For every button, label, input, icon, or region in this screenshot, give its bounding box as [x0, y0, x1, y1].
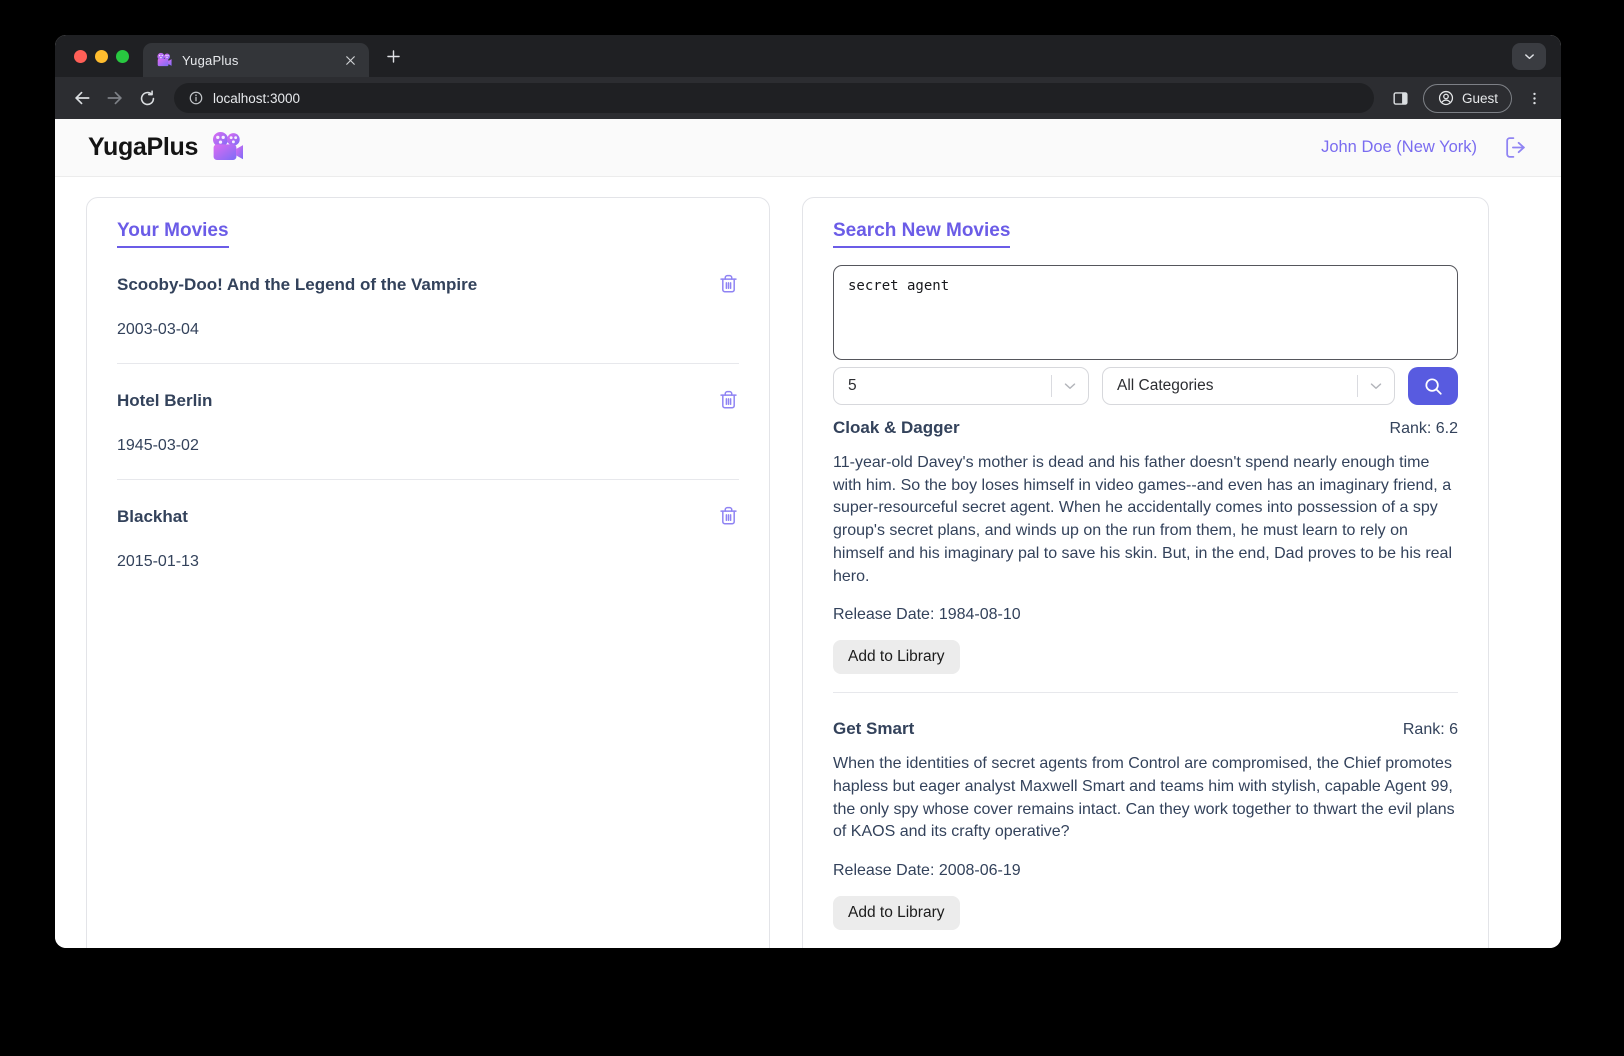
- person-circle-icon: [1438, 90, 1454, 106]
- site-info-icon[interactable]: [188, 90, 204, 106]
- results-limit-value: 5: [848, 377, 857, 394]
- reload-button[interactable]: [131, 82, 164, 115]
- tab-close-icon[interactable]: [342, 52, 359, 69]
- library-movie-row: Blackhat 2015-01-13: [117, 505, 739, 571]
- logout-icon: [1506, 137, 1525, 158]
- result-release-date: Release Date: 1984-08-10: [833, 606, 1021, 624]
- library-movie-row: Scooby-Doo! And the Legend of the Vampir…: [117, 273, 739, 364]
- guest-label: Guest: [1461, 90, 1498, 106]
- search-movies-heading: Search New Movies: [833, 220, 1011, 248]
- new-tab-button[interactable]: [379, 42, 407, 70]
- tab-search-chevron-button[interactable]: [1512, 42, 1546, 70]
- url-text: localhost:3000: [213, 90, 301, 106]
- browser-window: YugaPlus localhost:3000 Guest YugaPlus J…: [55, 35, 1561, 948]
- divider: [833, 692, 1458, 694]
- result-title: Get Smart: [833, 719, 915, 739]
- divider: [117, 479, 739, 480]
- browser-tab-strip: YugaPlus: [55, 35, 1561, 77]
- movie-title: Scooby-Doo! And the Legend of the Vampir…: [117, 275, 478, 294]
- user-name-link[interactable]: John Doe (New York): [1321, 138, 1477, 157]
- window-controls: [55, 49, 143, 63]
- search-button[interactable]: [1408, 367, 1458, 405]
- sidebar-toggle-button[interactable]: [1384, 82, 1417, 115]
- your-movies-heading: Your Movies: [117, 220, 229, 248]
- trash-icon: [720, 506, 737, 525]
- main-content: Your Movies Scooby-Doo! And the Legend o…: [55, 177, 1561, 948]
- movie-title: Blackhat: [117, 507, 188, 526]
- results-limit-select[interactable]: 5: [833, 367, 1089, 405]
- browser-toolbar: localhost:3000 Guest: [55, 77, 1561, 119]
- delete-movie-button[interactable]: [718, 273, 739, 294]
- search-result: Get Smart Rank: 6 When the identities of…: [833, 719, 1458, 948]
- browser-menu-kebab-button[interactable]: [1518, 82, 1551, 115]
- fullscreen-window-button[interactable]: [116, 49, 129, 63]
- category-value: All Categories: [1117, 377, 1214, 394]
- app-header: YugaPlus John Doe (New York): [55, 119, 1561, 177]
- result-release-date: Release Date: 2008-06-19: [833, 862, 1021, 880]
- your-movies-panel: Your Movies Scooby-Doo! And the Legend o…: [86, 197, 770, 948]
- tab-favicon-movie-camera-icon: [156, 52, 173, 69]
- back-button[interactable]: [65, 82, 98, 115]
- add-to-library-button[interactable]: Add to Library: [833, 896, 960, 931]
- delete-movie-button[interactable]: [718, 505, 739, 526]
- library-movie-row: Hotel Berlin 1945-03-02: [117, 389, 739, 480]
- result-rank: Rank: 6: [1402, 721, 1458, 739]
- movie-title: Hotel Berlin: [117, 391, 213, 410]
- user-area: John Doe (New York): [1321, 135, 1528, 160]
- chevron-down-icon: [1358, 377, 1394, 395]
- brand: YugaPlus: [88, 130, 246, 166]
- divider: [117, 363, 739, 364]
- trash-icon: [720, 274, 737, 293]
- result-title: Cloak & Dagger: [833, 418, 960, 437]
- close-window-button[interactable]: [74, 49, 87, 63]
- trash-icon: [720, 390, 737, 409]
- tab-title: YugaPlus: [182, 52, 239, 68]
- profile-guest-button[interactable]: Guest: [1422, 83, 1512, 113]
- search-icon: [1425, 378, 1442, 395]
- search-movies-panel: Search New Movies secret agent 5 All Cat…: [802, 197, 1489, 948]
- delete-movie-button[interactable]: [718, 389, 739, 410]
- result-description: When the identities of secret agents fro…: [833, 755, 1455, 841]
- result-rank: Rank: 6.2: [1389, 420, 1458, 437]
- search-query-input[interactable]: secret agent: [833, 265, 1458, 360]
- category-select[interactable]: All Categories: [1102, 367, 1395, 405]
- movie-camera-logo-icon: [210, 130, 246, 166]
- movie-date: 2003-03-04: [117, 321, 199, 338]
- chevron-down-icon: [1052, 377, 1088, 395]
- minimize-window-button[interactable]: [95, 49, 108, 63]
- browser-tab[interactable]: YugaPlus: [143, 43, 369, 77]
- movie-date: 2015-01-13: [117, 553, 199, 570]
- forward-button[interactable]: [98, 82, 131, 115]
- movie-date: 1945-03-02: [117, 437, 199, 454]
- add-to-library-button[interactable]: Add to Library: [833, 640, 960, 675]
- search-result: Cloak & Dagger Rank: 6.2 11-year-old Dav…: [833, 418, 1458, 694]
- address-bar[interactable]: localhost:3000: [174, 83, 1374, 113]
- brand-title: YugaPlus: [88, 133, 199, 161]
- logout-button[interactable]: [1503, 135, 1528, 160]
- result-description: 11-year-old Davey's mother is dead and h…: [833, 454, 1452, 585]
- search-controls: 5 All Categories: [833, 367, 1458, 405]
